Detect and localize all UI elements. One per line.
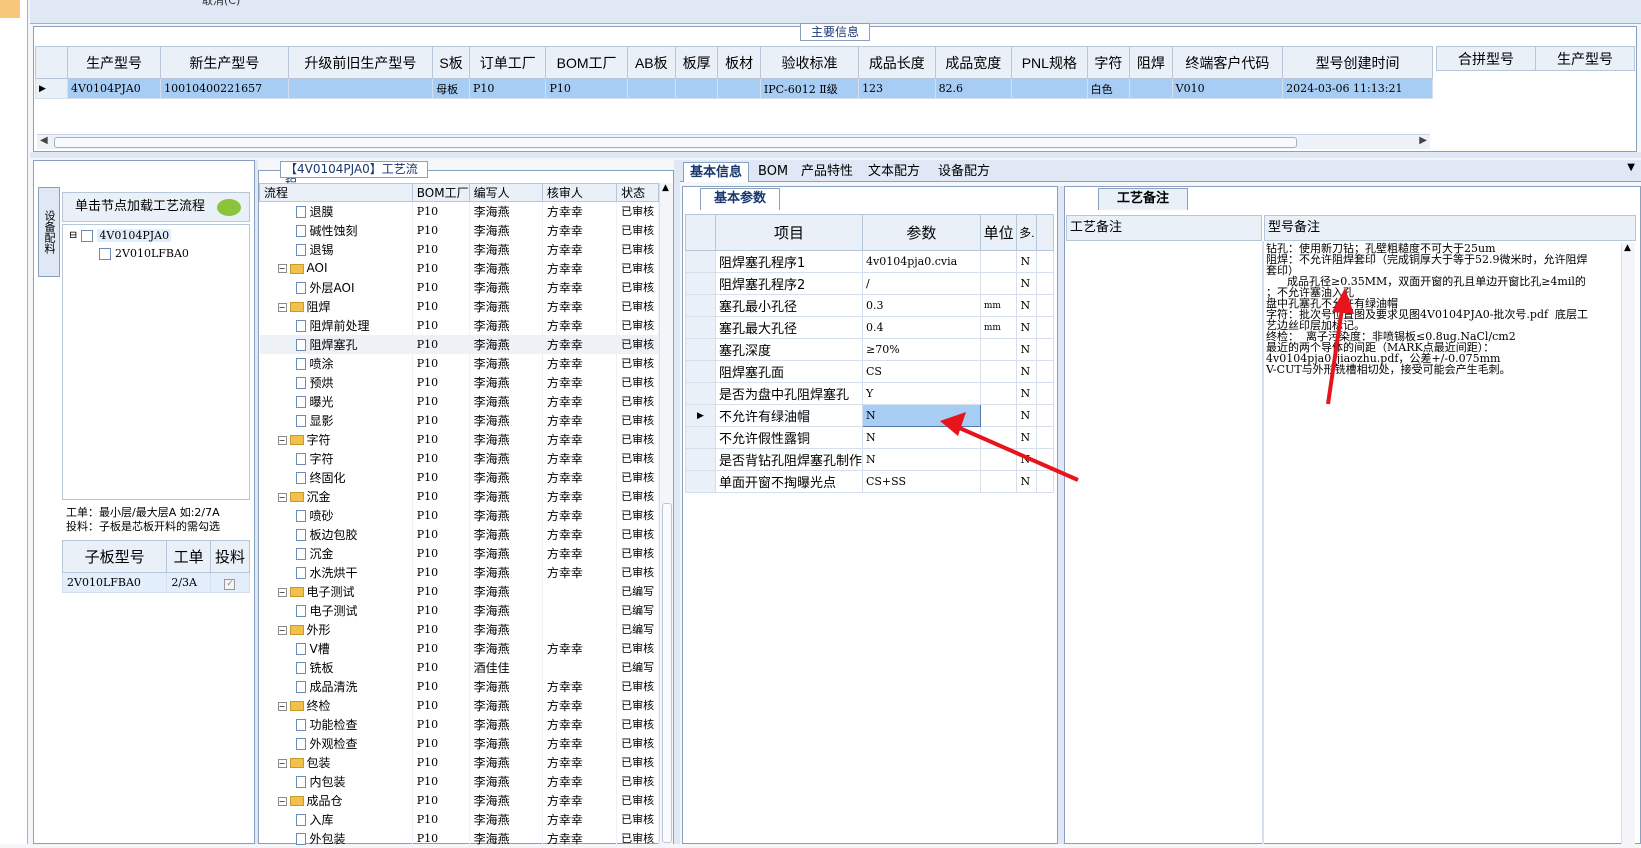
arrow-head-to-param <box>940 412 966 436</box>
arrow-head-to-remark <box>1332 288 1354 314</box>
arrow-line-to-param <box>954 424 1079 482</box>
arrow-line-to-remark <box>1326 301 1345 405</box>
annotation-arrows <box>940 288 1354 482</box>
